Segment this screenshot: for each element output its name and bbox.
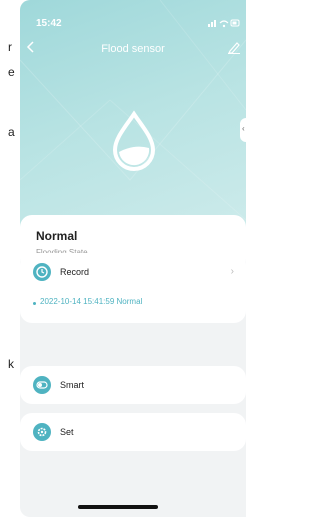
home-indicator[interactable]: [78, 505, 158, 509]
status-icons: [208, 18, 240, 30]
record-bullet: [33, 302, 36, 305]
flooding-state-value: Normal: [36, 229, 78, 243]
page-title: Flood sensor: [101, 43, 165, 55]
chevron-left-icon: ‹: [242, 124, 245, 133]
navigation-bar: Flood sensor: [20, 40, 246, 60]
panel-handle[interactable]: ‹: [240, 118, 246, 142]
smart-card[interactable]: Smart: [20, 366, 246, 404]
record-latest-entry: 2022-10-14 15:41:59 Normal: [40, 297, 143, 306]
status-time: 15:42: [36, 18, 62, 29]
smart-label: Smart: [60, 380, 85, 390]
set-label: Set: [60, 427, 74, 437]
gear-glyph: [37, 427, 47, 437]
clock-icon: [33, 263, 51, 281]
edit-pencil-icon: [228, 42, 240, 54]
clock-glyph: [36, 266, 48, 278]
edit-button[interactable]: [228, 40, 242, 58]
toggle-icon: [33, 376, 51, 394]
background-text-fragment: e: [8, 65, 15, 79]
gear-icon: [33, 423, 51, 441]
background-text-fragment: k: [8, 357, 14, 371]
background-text-fragment: r: [8, 40, 12, 54]
status-bar: 15:42: [20, 0, 246, 40]
phone-screen: 15:42 Flood sensor ‹ Normal Record › 202…: [20, 0, 246, 517]
signal-wifi-battery-icon: [208, 19, 240, 28]
toggle-glyph: [36, 381, 48, 389]
water-drop-icon: [112, 110, 156, 171]
background-page: r e a k: [0, 0, 20, 517]
set-card[interactable]: Set: [20, 413, 246, 451]
record-label: Record: [60, 267, 90, 277]
chevron-right-icon: ›: [230, 266, 234, 277]
background-text-fragment: a: [8, 125, 15, 139]
record-card[interactable]: Record › 2022-10-14 15:41:59 Normal: [20, 253, 246, 323]
